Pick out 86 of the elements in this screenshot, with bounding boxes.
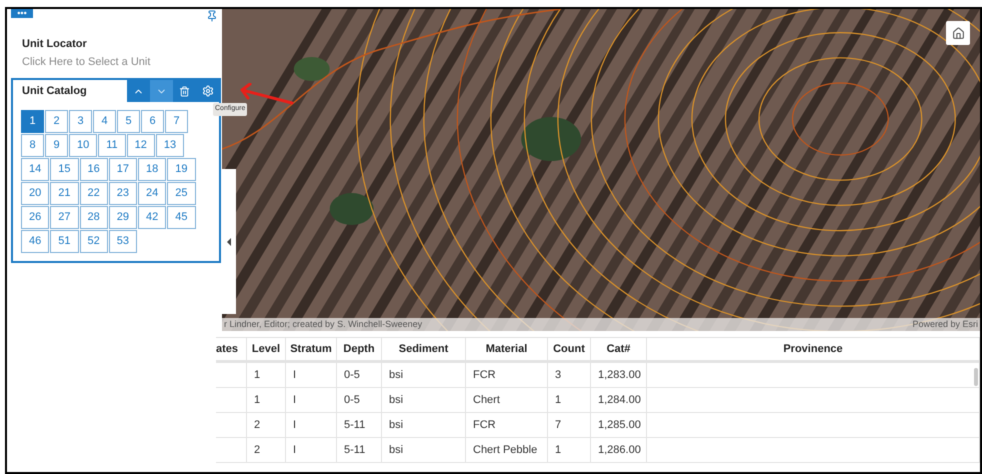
unit-button[interactable]: 28	[80, 206, 108, 229]
delete-button[interactable]	[173, 80, 196, 102]
unit-button[interactable]: 52	[80, 230, 108, 253]
menu-button[interactable]: •••	[11, 9, 33, 18]
table-cell: 1,286.00	[591, 438, 647, 462]
table-cell: 1	[247, 363, 286, 387]
table-cell: FCR	[466, 413, 548, 437]
table-cell: 5-11	[337, 438, 382, 462]
table-cell: I	[286, 388, 337, 412]
table-cell: bsi	[382, 363, 466, 387]
unit-button[interactable]: 51	[50, 230, 78, 253]
unit-button[interactable]: 5	[117, 110, 140, 133]
unit-button[interactable]: 6	[141, 110, 164, 133]
table-cell: Chert Pebble	[466, 438, 548, 462]
unit-locator-title: Unit Locator	[22, 37, 88, 52]
unit-button[interactable]: 26	[21, 206, 50, 229]
table-cell: 0-5	[337, 388, 382, 412]
unit-button[interactable]: 19	[167, 158, 196, 181]
unit-button[interactable]: 3	[69, 110, 92, 133]
column-header[interactable]: ates	[216, 338, 247, 360]
unit-button[interactable]: 12	[126, 134, 155, 157]
table-cell: 1,285.00	[591, 413, 647, 437]
unit-button[interactable]: 4	[93, 110, 116, 133]
unit-button[interactable]: 13	[156, 134, 184, 157]
unit-button[interactable]: 20	[21, 182, 50, 205]
unit-button[interactable]: 11	[98, 134, 126, 157]
table-cell: Chert	[466, 388, 548, 412]
table-cell: 1,283.00	[591, 363, 647, 387]
unit-button[interactable]: 10	[69, 134, 98, 157]
table-cell: 0-5	[337, 363, 382, 387]
column-header[interactable]: Material	[466, 338, 548, 360]
settings-icon	[202, 85, 214, 97]
unit-button[interactable]: 9	[45, 134, 68, 157]
column-header[interactable]: Stratum	[286, 338, 337, 360]
table-cell: I	[286, 413, 337, 437]
unit-button[interactable]: 45	[167, 206, 196, 229]
column-header[interactable]: Level	[247, 338, 286, 360]
column-header[interactable]: Provinence	[647, 338, 980, 360]
table-cell: I	[286, 363, 337, 387]
column-header[interactable]: Cat#	[591, 338, 647, 360]
table-cell: I	[286, 438, 337, 462]
table-cell: 3	[548, 363, 591, 387]
table-cell: bsi	[382, 388, 466, 412]
table-cell: bsi	[382, 413, 466, 437]
unit-button[interactable]: 24	[138, 182, 166, 205]
column-header[interactable]: Count	[548, 338, 591, 360]
unit-button[interactable]: 27	[50, 206, 78, 229]
unit-button[interactable]: 17	[108, 158, 137, 181]
table-cell: 5-11	[337, 413, 382, 437]
table-cell: bsi	[382, 438, 466, 462]
table-cell: 1	[548, 438, 591, 462]
unit-button[interactable]: 22	[80, 182, 108, 205]
unit-catalog-title: Unit Catalog	[21, 84, 87, 99]
table-cell: 7	[548, 413, 591, 437]
map-attribution: r Lindner, Editor; created by S. Winchell-Sweeney	[224, 318, 422, 331]
table-cell: 1,284.00	[591, 388, 647, 412]
unit-button[interactable]: 46	[21, 230, 50, 253]
unit-button[interactable]: 21	[50, 182, 78, 205]
unit-button[interactable]: 29	[108, 206, 137, 229]
unit-button[interactable]: 14	[21, 158, 50, 181]
table-cell: FCR	[466, 363, 548, 387]
unit-button[interactable]: 18	[138, 158, 166, 181]
unit-button[interactable]: 15	[50, 158, 78, 181]
column-header[interactable]: Depth	[337, 338, 382, 360]
powered-by-text[interactable]: Powered by Esri	[912, 318, 978, 331]
home-button[interactable]	[946, 21, 970, 45]
settings-button[interactable]	[196, 80, 219, 102]
table-cell: 2	[247, 413, 286, 437]
table-cell: 2	[247, 438, 286, 462]
unit-button[interactable]: 1	[21, 110, 44, 133]
unit-button[interactable]: 25	[167, 182, 196, 205]
unit-locator-link[interactable]: Click Here to Select a Unit	[22, 54, 207, 70]
table-cell: 1	[548, 388, 591, 412]
column-header[interactable]: Sediment	[382, 338, 466, 360]
unit-button[interactable]: 53	[108, 230, 137, 253]
unit-button[interactable]: 8	[21, 134, 44, 157]
home-icon	[952, 26, 964, 40]
unit-button[interactable]: 23	[108, 182, 137, 205]
unit-button[interactable]: 16	[80, 158, 108, 181]
table-cell: 1	[247, 388, 286, 412]
pin-icon[interactable]	[206, 10, 218, 22]
unit-button[interactable]: 2	[45, 110, 68, 133]
unit-button[interactable]: 42	[138, 206, 166, 229]
collapse-caret-icon[interactable]	[227, 238, 231, 246]
trash-icon	[179, 86, 190, 96]
unit-button[interactable]: 7	[165, 110, 188, 133]
